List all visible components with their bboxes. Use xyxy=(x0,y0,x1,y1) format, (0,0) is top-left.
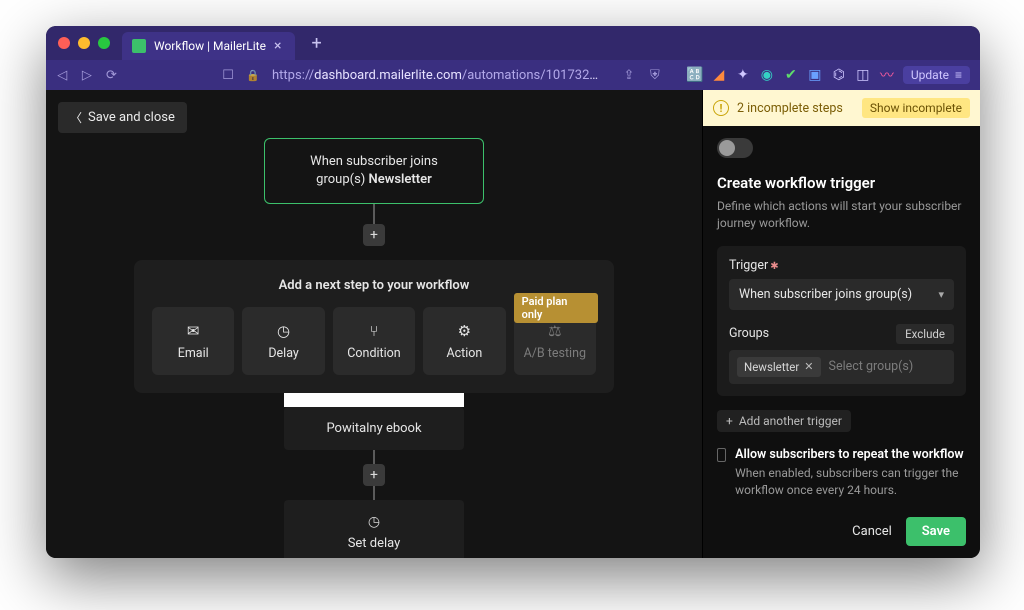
panel-title: Create workflow trigger xyxy=(717,174,966,192)
add-step-button[interactable]: + xyxy=(363,224,385,246)
toggle-knob xyxy=(719,140,735,156)
cancel-button[interactable]: Cancel xyxy=(852,524,892,539)
show-incomplete-button[interactable]: Show incomplete xyxy=(862,98,970,118)
nav-forward-icon[interactable]: ▷ xyxy=(81,68,94,83)
groups-input[interactable]: Newsletter ✕ Select group(s) xyxy=(729,350,954,384)
remove-chip-icon[interactable]: ✕ xyxy=(804,360,813,373)
ext-puzzle-icon[interactable]: ⌬ xyxy=(831,67,847,83)
update-button[interactable]: Update ≡ xyxy=(903,66,970,84)
browser-window: Workflow | MailerLite × + ◁ ▷ ⟳ ☐ https:… xyxy=(46,26,980,558)
allow-repeat-checkbox[interactable] xyxy=(717,448,726,462)
trigger-node[interactable]: When subscriber joins group(s) Newslette… xyxy=(264,138,484,204)
tab-favicon xyxy=(132,39,146,53)
ext-wave-icon[interactable]: 〰 xyxy=(879,67,895,83)
add-another-trigger-button[interactable]: + Add another trigger xyxy=(717,410,851,432)
add-step-button[interactable]: + xyxy=(363,464,385,486)
clock-icon: ◷ xyxy=(277,322,290,340)
chevron-down-icon: ▾ xyxy=(938,288,944,301)
ext-video-icon[interactable]: ▣ xyxy=(807,67,823,83)
picker-action[interactable]: ⚙ Action xyxy=(423,307,505,375)
panel-footer: Cancel Save xyxy=(703,505,980,558)
groups-label: Groups xyxy=(729,326,769,341)
connector xyxy=(373,486,375,500)
traffic-lights xyxy=(58,37,110,49)
warning-icon: ! xyxy=(713,100,729,116)
bookmark-icon[interactable]: ☐ xyxy=(222,68,235,83)
allow-repeat-title: Allow subscribers to repeat the workflow xyxy=(735,446,966,464)
window-close-button[interactable] xyxy=(58,37,70,49)
chevron-left-icon: 〈 xyxy=(70,109,82,126)
step-gap xyxy=(284,393,464,407)
save-and-close-button[interactable]: 〈 Save and close xyxy=(58,102,187,133)
shield-icon[interactable]: ⛨ xyxy=(647,68,663,83)
picker-condition[interactable]: ⑂ Condition xyxy=(333,307,415,375)
url-text[interactable]: https://dashboard.mailerlite.com/automat… xyxy=(272,68,603,83)
incomplete-warning-bar: ! 2 incomplete steps Show incomplete xyxy=(703,90,980,126)
tab-close-icon[interactable]: × xyxy=(274,39,281,53)
extension-icons: 🔠 ◢ ✦ ◉ ✔ ▣ ⌬ ◫ 〰 Update ≡ xyxy=(687,66,970,84)
trigger-field-card: Trigger✱ When subscriber joins group(s) … xyxy=(717,246,966,396)
incomplete-count: 2 incomplete steps xyxy=(737,101,843,116)
paid-plan-badge: Paid plan only xyxy=(514,293,598,323)
required-star: ✱ xyxy=(770,261,778,272)
ext-wand-icon[interactable]: ✦ xyxy=(735,67,751,83)
workflow-active-toggle[interactable] xyxy=(717,138,753,158)
plus-icon: + xyxy=(726,414,733,428)
workflow-flow: When subscriber joins group(s) Newslette… xyxy=(46,138,702,558)
picker-ab-testing[interactable]: Paid plan only ⚖ A/B testing xyxy=(514,307,596,375)
exclude-button[interactable]: Exclude xyxy=(896,324,954,344)
nav-back-icon[interactable]: ◁ xyxy=(56,68,69,83)
side-panel: ! 2 incomplete steps Show incomplete Cre… xyxy=(702,90,980,558)
ext-translate-icon[interactable]: 🔠 xyxy=(687,67,703,83)
url-bar: ◁ ▷ ⟳ ☐ https://dashboard.mailerlite.com… xyxy=(46,60,980,90)
clock-icon: ◷ xyxy=(368,514,380,530)
trigger-select[interactable]: When subscriber joins group(s) ▾ xyxy=(729,279,954,310)
panel-scroll[interactable]: Create workflow trigger Define which act… xyxy=(703,166,980,505)
step-ebook[interactable]: Powitalny ebook xyxy=(284,407,464,450)
branch-icon: ⑂ xyxy=(369,322,378,340)
lock-icon xyxy=(246,68,260,83)
gear-icon: ⚙ xyxy=(458,322,471,340)
nav-reload-icon[interactable]: ⟳ xyxy=(105,68,118,83)
ext-teal-icon[interactable]: ◉ xyxy=(759,67,775,83)
panel-description: Define which actions will start your sub… xyxy=(717,198,966,232)
menu-icon: ≡ xyxy=(955,68,962,82)
groups-placeholder: Select group(s) xyxy=(829,359,914,374)
titlebar: Workflow | MailerLite × + xyxy=(46,26,980,60)
allow-repeat-desc: When enabled, subscribers can trigger th… xyxy=(735,466,958,497)
trigger-label: Trigger✱ xyxy=(729,258,954,273)
new-tab-button[interactable]: + xyxy=(311,35,321,53)
connector xyxy=(373,450,375,464)
workflow-active-toggle-row xyxy=(703,126,980,166)
workflow-canvas[interactable]: 〈 Save and close When subscriber joins g… xyxy=(46,90,702,558)
share-icon[interactable]: ⇪ xyxy=(621,68,637,83)
picker-title: Add a next step to your workflow xyxy=(152,278,596,293)
window-minimize-button[interactable] xyxy=(78,37,90,49)
step-picker: Add a next step to your workflow ✉ Email… xyxy=(134,260,614,393)
ab-icon: ⚖ xyxy=(548,322,561,340)
group-chip-newsletter[interactable]: Newsletter ✕ xyxy=(737,357,821,377)
step-set-delay[interactable]: ◷ Set delay xyxy=(284,500,464,558)
picker-delay[interactable]: ◷ Delay xyxy=(242,307,324,375)
ext-sidebar-icon[interactable]: ◫ xyxy=(855,67,871,83)
ext-check-icon[interactable]: ✔ xyxy=(783,67,799,83)
connector xyxy=(373,204,375,224)
email-icon: ✉ xyxy=(187,322,200,340)
ext-marker-icon[interactable]: ◢ xyxy=(711,67,727,83)
allow-repeat-row: Allow subscribers to repeat the workflow… xyxy=(717,446,966,499)
picker-email[interactable]: ✉ Email xyxy=(152,307,234,375)
window-maximize-button[interactable] xyxy=(98,37,110,49)
browser-tab[interactable]: Workflow | MailerLite × xyxy=(122,32,295,60)
save-button[interactable]: Save xyxy=(906,517,966,546)
tab-title: Workflow | MailerLite xyxy=(154,39,266,53)
